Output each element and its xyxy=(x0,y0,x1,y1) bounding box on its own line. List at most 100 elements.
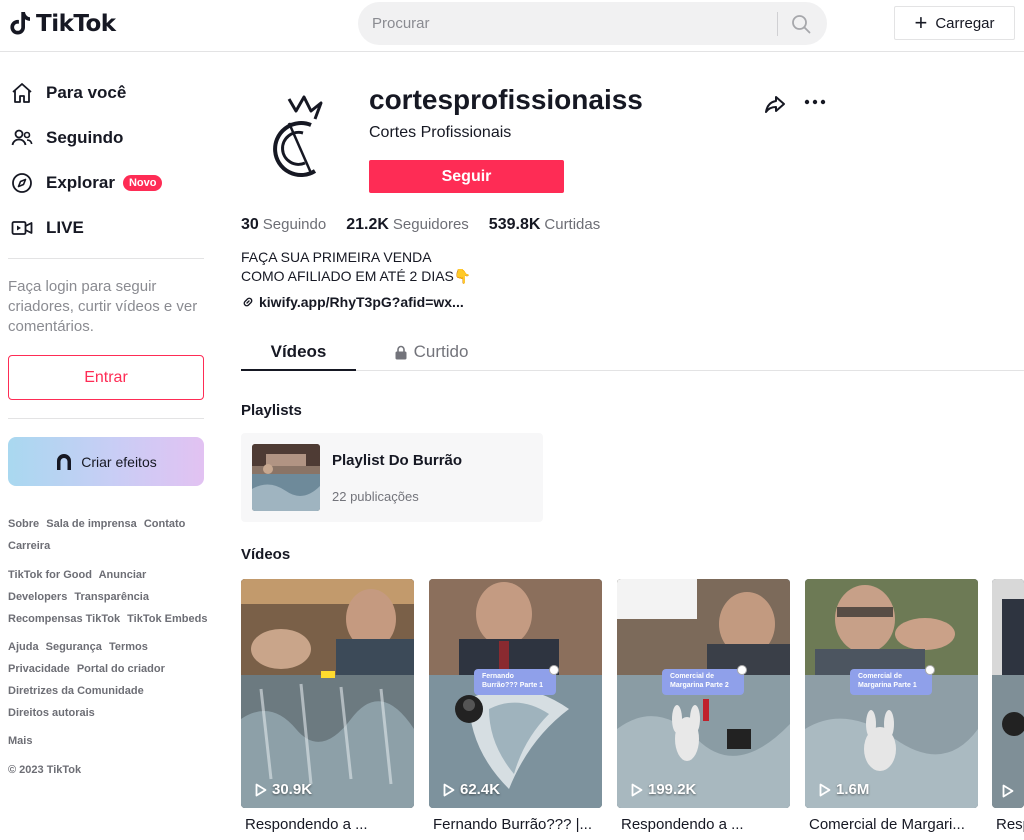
avatar[interactable] xyxy=(241,80,357,196)
video-card[interactable]: Comercial de Margarina Parte 1 1.6M xyxy=(805,579,978,808)
video-card[interactable]: 30.9K xyxy=(241,579,414,808)
followers-stat[interactable]: 21.2K Seguidores xyxy=(346,216,469,234)
footer-link[interactable]: Sobre xyxy=(8,518,39,530)
playlists-title: Playlists xyxy=(241,402,302,419)
plus-icon: + xyxy=(914,10,928,35)
search-icon xyxy=(792,15,811,34)
video-thumbnail xyxy=(992,579,1024,808)
footer-link[interactable]: Anunciar xyxy=(99,569,147,581)
videos-title: Vídeos xyxy=(241,546,291,563)
video-view-count: 62.4K xyxy=(443,781,500,798)
video-caption[interactable]: Respondendo a ... xyxy=(245,816,368,833)
video-view-count: 1.6M xyxy=(819,781,869,798)
profile-nickname: Cortes Profissionais xyxy=(369,124,512,141)
follow-button[interactable]: Seguir xyxy=(369,160,564,193)
view-count: 1.6M xyxy=(836,781,870,798)
video-caption[interactable]: Resp xyxy=(996,816,1024,833)
video-sticker: Comercial de Margarina Parte 2 xyxy=(662,665,747,695)
sidebar-item-live[interactable]: LIVE xyxy=(10,213,84,243)
profile-bio: FAÇA SUA PRIMEIRA VENDA COMO AFILIADO EM… xyxy=(241,248,471,286)
video-caption[interactable]: Fernando Burrão??? |... xyxy=(433,816,592,833)
footer-link[interactable]: Contato xyxy=(144,518,186,530)
login-prompt: Faça login para seguir criadores, curtir… xyxy=(8,278,198,335)
active-tab-indicator xyxy=(241,369,356,371)
likes-label: Curtidas xyxy=(544,216,601,233)
play-icon xyxy=(443,783,455,796)
following-count: 30 xyxy=(241,216,259,233)
footer-link[interactable]: Termos xyxy=(109,641,148,653)
video-sticker: Comercial de Margarina Parte 1 xyxy=(850,665,935,695)
footer-link[interactable]: Recompensas TikTok xyxy=(8,613,120,625)
video-caption[interactable]: Comercial de Margari... xyxy=(809,816,965,833)
video-caption[interactable]: Respondendo a ... xyxy=(621,816,744,833)
profile-username: cortesprofissionaiss xyxy=(369,84,643,115)
footer-link[interactable]: Developers xyxy=(8,591,67,603)
create-effects-label: Criar efeitos xyxy=(81,453,157,470)
footer-more: Mais xyxy=(8,730,213,752)
footer-link[interactable]: Privacidade xyxy=(8,663,70,675)
video-card[interactable]: Comercial de Margarina Parte 2 199.2K xyxy=(617,579,790,808)
sidebar-item-label: Para você xyxy=(46,83,127,102)
footer-link[interactable]: Portal do criador xyxy=(77,663,165,675)
more-options-icon[interactable] xyxy=(803,90,827,114)
footer-link[interactable]: Ajuda xyxy=(8,641,39,653)
play-icon xyxy=(631,783,643,796)
followers-label: Seguidores xyxy=(392,216,469,233)
footer-link[interactable]: Segurança xyxy=(46,641,102,653)
arch-icon xyxy=(57,453,72,470)
tab-liked[interactable]: Curtido xyxy=(381,334,481,370)
footer-copyright: © 2023 TikTok xyxy=(8,759,213,781)
crown-c-logo-icon xyxy=(273,95,323,177)
footer-link[interactable]: TikTok for Good xyxy=(8,569,92,581)
search-divider xyxy=(777,12,778,36)
following-stat[interactable]: 30 Seguindo xyxy=(241,216,326,234)
sticker-dot xyxy=(925,665,935,675)
play-icon xyxy=(819,783,831,796)
search-input[interactable] xyxy=(372,2,772,45)
tiktok-logo-icon xyxy=(10,12,30,35)
search-bar xyxy=(358,2,827,45)
profile-tabs: Vídeos Curtido xyxy=(241,334,1024,371)
following-label: Seguindo xyxy=(262,216,327,233)
tab-label: Vídeos xyxy=(270,342,327,361)
sidebar-item-for-you[interactable]: Para você xyxy=(10,78,126,108)
create-effects-button[interactable]: Criar efeitos xyxy=(8,437,204,486)
login-button[interactable]: Entrar xyxy=(8,355,204,400)
share-icon[interactable] xyxy=(763,92,787,116)
new-badge: Novo xyxy=(122,175,163,191)
link-icon xyxy=(243,297,253,307)
footer-link[interactable]: Diretrizes da Comunidade xyxy=(8,685,144,697)
play-icon xyxy=(1002,784,1014,798)
profile-stats: 30 Seguindo 21.2K Seguidores 539.8K Curtida… xyxy=(241,216,600,234)
footer-link[interactable]: Sala de imprensa xyxy=(46,518,137,530)
footer-link[interactable]: Transparência xyxy=(74,591,149,603)
upload-button[interactable]: + Carregar xyxy=(894,6,1015,40)
likes-stat: 539.8K Curtidas xyxy=(489,216,600,234)
sidebar-item-label: LIVE xyxy=(46,218,84,237)
playlist-card[interactable]: Playlist Do Burrão 22 publicações xyxy=(241,433,543,522)
footer-link[interactable]: Direitos autorais xyxy=(8,707,95,719)
search-button[interactable] xyxy=(786,9,816,39)
video-card[interactable]: Fernando Burrão??? Parte 1 62.4K xyxy=(429,579,602,808)
sidebar-divider xyxy=(8,418,204,419)
sticker-dot xyxy=(549,665,559,675)
footer-links-group-3: Ajuda Segurança Termos Privacidade Porta… xyxy=(8,636,213,724)
video-view-count: 30.9K xyxy=(255,781,312,798)
footer-more-link[interactable]: Mais xyxy=(8,735,32,747)
following-icon xyxy=(11,129,33,146)
video-view-count xyxy=(1002,784,1014,798)
playlist-name: Playlist Do Burrão xyxy=(332,452,463,469)
sidebar-item-following[interactable]: Seguindo xyxy=(10,123,123,153)
tiktok-logo[interactable]: TikTok xyxy=(8,10,116,38)
profile-link-text: kiwify.app/RhyT3pG?afid=wx... xyxy=(259,294,464,310)
tab-videos[interactable]: Vídeos xyxy=(241,334,356,370)
footer-link[interactable]: TikTok Embeds xyxy=(127,613,207,625)
profile-link[interactable]: kiwify.app/RhyT3pG?afid=wx... xyxy=(241,294,464,310)
video-sticker: Fernando Burrão??? Parte 1 xyxy=(474,665,559,695)
footer-link[interactable]: Carreira xyxy=(8,540,50,552)
live-icon xyxy=(11,221,33,235)
top-header: TikTok + Carregar xyxy=(0,0,1024,52)
video-card[interactable] xyxy=(992,579,1024,808)
playlist-count: 22 publicações xyxy=(332,489,419,504)
sidebar-item-explore[interactable]: Explorar Novo xyxy=(10,168,163,198)
